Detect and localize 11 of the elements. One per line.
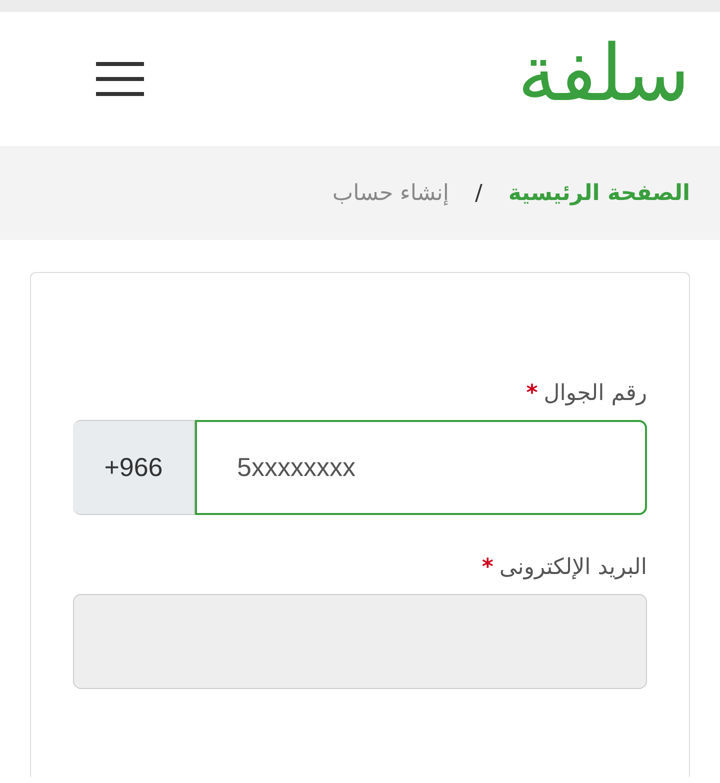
required-mark: * [482, 555, 494, 580]
required-mark: * [526, 381, 538, 406]
logo[interactable]: سلفة [518, 35, 690, 123]
country-code-prefix: +966 [73, 420, 195, 515]
breadcrumb-separator: / [474, 180, 482, 206]
phone-input-field[interactable]: 5xxxxxxxx [195, 420, 647, 515]
breadcrumb-link[interactable]: الصفحة الرئيسية [508, 180, 690, 206]
breadcrumb-current: إنشاء حساب [332, 180, 449, 206]
field-label: رقم الجوال [544, 381, 647, 406]
field-label: البريد الإلكترونى [499, 555, 647, 580]
menu-icon[interactable] [96, 61, 144, 97]
